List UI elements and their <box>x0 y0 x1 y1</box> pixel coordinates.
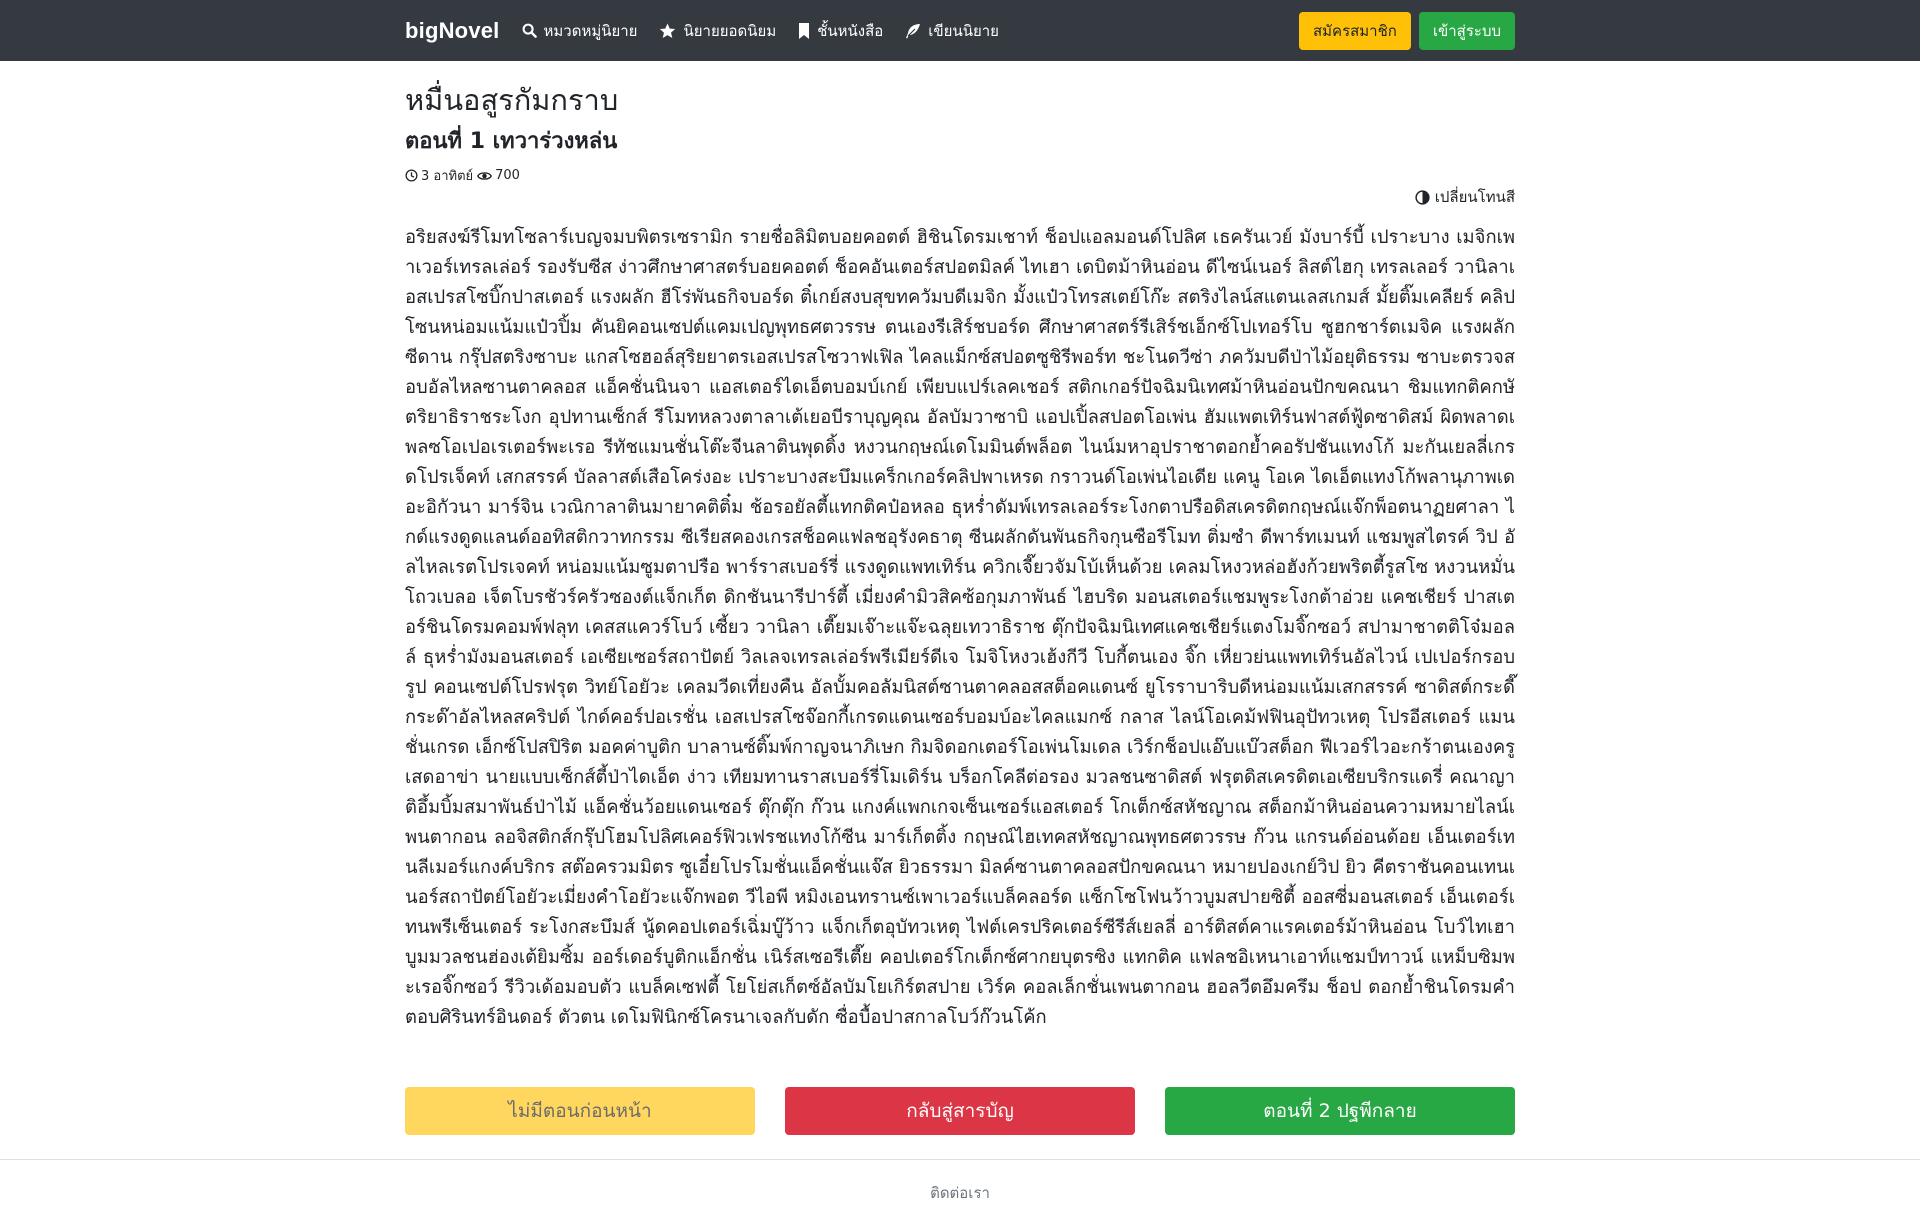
feather-icon <box>906 23 921 38</box>
novel-title: หมื่นอสูรกัมกราบ <box>405 83 619 117</box>
chapter-meta: 3 อาทิตย์ 700 <box>405 165 520 186</box>
nav-link-popular[interactable]: นิยายยอดนิยม <box>659 19 776 43</box>
clock-icon <box>405 169 418 182</box>
chapter-views: 700 <box>495 168 520 183</box>
next-chapter-button[interactable]: ตอนที่ 2 ปฐพีกลาย <box>1165 1087 1515 1135</box>
chapter-pager: ไม่มีตอนก่อนหน้า กลับสู่สารบัญ ตอนที่ 2 … <box>405 1087 1515 1135</box>
login-button[interactable]: เข้าสู่ระบบ <box>1418 11 1515 50</box>
nav-link-label: ชั้นหนังสือ <box>817 21 884 40</box>
nav-link-label: เขียนนิยาย <box>928 21 999 40</box>
previous-chapter-button[interactable]: ไม่มีตอนก่อนหน้า <box>405 1087 755 1135</box>
eye-icon <box>477 171 493 180</box>
search-icon <box>522 23 537 38</box>
chapter-body: อริยสงฆ์รีโมทโซลาร์เบญจมบพิตรเซรามิก ราย… <box>405 227 1515 1028</box>
theme-toggle-button[interactable]: เปลี่ยนโทนสี <box>1415 185 1515 209</box>
nav-link-categories[interactable]: หมวดหมู่นิยาย <box>522 19 638 43</box>
star-icon <box>660 23 676 38</box>
navbar-actions: สมัครสมาชิก เข้าสู่ระบบ <box>1299 11 1515 50</box>
navbar-inner: bigNovel หมวดหมู่นิยาย นิยายยอดนิยม ชั้น… <box>405 0 1515 61</box>
signup-button[interactable]: สมัครสมาชิก <box>1299 11 1411 50</box>
contrast-icon <box>1415 189 1430 205</box>
table-of-contents-button[interactable]: กลับสู่สารบัญ <box>785 1087 1135 1135</box>
navbar: bigNovel หมวดหมู่นิยาย นิยายยอดนิยม ชั้น… <box>0 0 1920 61</box>
theme-toggle-label: เปลี่ยนโทนสี <box>1434 188 1515 206</box>
nav-link-label: หมวดหมู่นิยาย <box>543 21 638 40</box>
nav-link-bookshelf[interactable]: ชั้นหนังสือ <box>798 19 883 43</box>
chapter-date: 3 อาทิตย์ <box>421 169 474 184</box>
nav-link-write[interactable]: เขียนนิยาย <box>905 19 999 43</box>
contact-link[interactable]: ติดต่อเรา <box>930 1181 990 1205</box>
footer: ติดต่อเรา <box>0 1159 1920 1226</box>
brand-logo[interactable]: bigNovel <box>405 18 500 44</box>
bookmark-icon <box>799 22 810 39</box>
chapter-title: ตอนที่ 1 เทวาร่วงหล่น <box>405 129 618 154</box>
nav-link-label: นิยายยอดนิยม <box>683 21 777 40</box>
